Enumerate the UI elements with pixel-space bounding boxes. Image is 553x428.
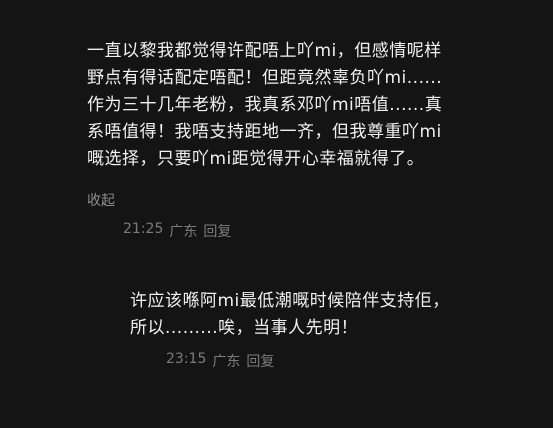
comment-location: 广东: [169, 224, 198, 240]
comment-time: 21:25: [123, 221, 164, 237]
comment-meta: 23:15 广东 回复: [166, 351, 274, 371]
comment-line: 作为三十几年老粉，我真系邓吖mi唔值......真: [87, 95, 443, 115]
comment-meta: 21:25 广东 回复: [123, 221, 231, 241]
comment-line: 所以.........唉，当事人先明！: [130, 318, 359, 338]
comment-location: 广东: [212, 354, 241, 370]
comment-line: 一直以黎我都觉得许配唔上吖mi，但感情呢样: [87, 41, 442, 61]
comment-line: 许应该喺阿mi最低潮嘅时候陪伴支持佢，: [130, 291, 450, 311]
comment-text: 一直以黎我都觉得许配唔上吖mi，但感情呢样 野点有得话配定唔配！但距竟然辜负吖m…: [87, 38, 442, 173]
comment-line: 野点有得话配定唔配！但距竟然辜负吖mi......: [87, 68, 443, 88]
comment-line: 嘅选择，只要吖mi距觉得开心幸福就得了。: [87, 149, 425, 169]
reply-button[interactable]: 回复: [203, 221, 231, 241]
comment-line: 系唔值得！我唔支持距地一齐，但我尊重吖mi: [87, 122, 442, 142]
comment-time: 23:15: [166, 351, 207, 367]
comment-text: 许应该喺阿mi最低潮嘅时候陪伴支持佢， 所以.........唉，当事人先明！: [130, 288, 450, 342]
reply-button[interactable]: 回复: [246, 351, 274, 371]
collapse-button[interactable]: 收起: [87, 190, 115, 210]
